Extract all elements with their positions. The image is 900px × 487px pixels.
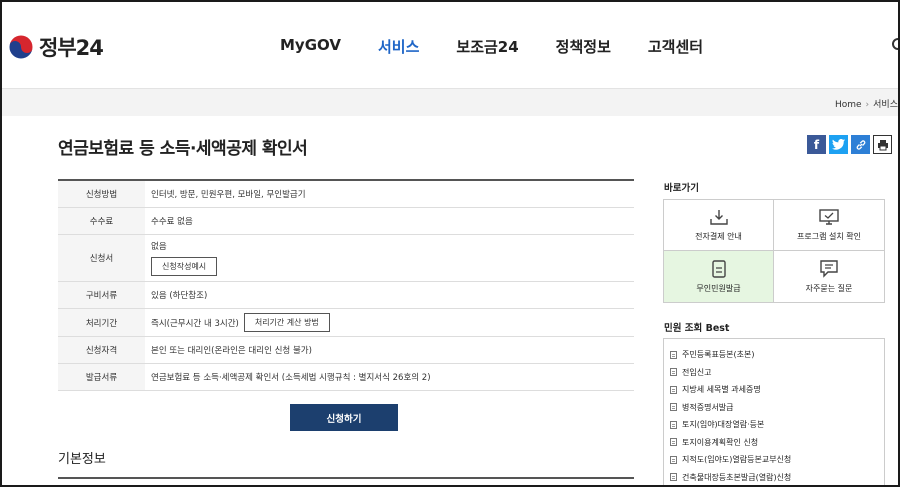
row-value: 수수료 없음: [151, 217, 193, 227]
basic-info-heading: 기본정보: [58, 452, 106, 467]
row-value: 연금보험료 등 소득·세액공제 확인서 (소득세법 시행규칙 : 별지서식 26…: [151, 373, 431, 383]
breadcrumb-bar: Home › 서비스: [2, 88, 898, 116]
list-item[interactable]: 토지이용계획확인 신청: [670, 434, 884, 452]
document-icon: [670, 438, 677, 447]
list-item[interactable]: 건축물대장등초본발급(열람)신청: [670, 469, 884, 486]
browser-frame: 정부24 MyGOV 서비스 보조금24 정책정보 고객센터 Home › 서비스 …: [0, 0, 900, 487]
table-row: 신청서 없음 신청작성예시: [58, 235, 634, 282]
share-toolbar: f: [807, 135, 892, 154]
payment-icon: [709, 208, 729, 226]
quick-link-program-install[interactable]: 프로그램 설치 확인: [774, 200, 884, 251]
processing-period-calc-button[interactable]: 처리기간 계산 방법: [243, 313, 330, 332]
document-icon: [670, 368, 677, 377]
list-item[interactable]: 지방세 세목별 과세증명: [670, 381, 884, 399]
document-icon: [670, 455, 677, 464]
quick-link-payment[interactable]: 전자결제 안내: [664, 200, 774, 251]
table-row: 신청자격 본인 또는 대리인(온라인은 대리인 신청 불가): [58, 337, 634, 364]
best-list: 주민등록표등본(초본) 전입신고 지방세 세목별 과세증명 병적증명서발급 토지…: [663, 338, 885, 486]
breadcrumb: Home › 서비스: [835, 97, 898, 110]
quick-links-grid: 전자결제 안내 프로그램 설치 확인 무인민원발급 자주묻는 질문: [663, 199, 885, 303]
quick-link-kiosk[interactable]: 무인민원발급: [664, 251, 774, 302]
nav-subsidy24[interactable]: 보조금24: [456, 36, 518, 57]
row-value: 있음 (하단참조): [151, 291, 208, 301]
kiosk-icon: [709, 259, 729, 278]
quick-link-label: 프로그램 설치 확인: [797, 232, 861, 241]
row-label: 발급서류: [58, 364, 145, 390]
row-value: 즉시(근무시간 내 3시간): [151, 318, 239, 329]
list-item-label: 병적증명서발급: [682, 402, 734, 412]
nav-customer-center[interactable]: 고객센터: [648, 36, 703, 57]
logo-text: 정부24: [39, 36, 104, 60]
row-value: 없음: [151, 242, 167, 252]
faq-icon: [819, 259, 839, 278]
nav-service[interactable]: 서비스: [378, 36, 419, 57]
row-label: 신청방법: [58, 181, 145, 207]
chevron-right-icon: ›: [865, 100, 870, 110]
list-item-label: 지적도(임야도)열람등본교부신청: [682, 455, 792, 465]
row-value: 본인 또는 대리인(온라인은 대리인 신청 불가): [151, 346, 312, 356]
nav-policy-info[interactable]: 정책정보: [556, 36, 611, 57]
list-item-label: 토지이용계획확인 신청: [682, 437, 759, 447]
page-title: 연금보험료 등 소득·세액공제 확인서: [58, 139, 308, 159]
link-icon[interactable]: [851, 135, 870, 154]
quick-link-label: 전자결제 안내: [695, 232, 742, 241]
table-row: 신청방법 인터넷, 방문, 민원우편, 모바일, 무인발급기: [58, 181, 634, 208]
row-value-cell: 즉시(근무시간 내 3시간) 처리기간 계산 방법: [145, 309, 634, 336]
nav-mygov[interactable]: MyGOV: [280, 36, 341, 57]
main-nav: MyGOV 서비스 보조금24 정책정보 고객센터: [280, 36, 740, 57]
best-list-heading: 민원 조회 Best: [664, 323, 730, 334]
breadcrumb-current[interactable]: 서비스: [873, 100, 898, 110]
facebook-icon[interactable]: f: [807, 135, 826, 154]
document-icon: [670, 420, 677, 429]
search-icon[interactable]: [892, 38, 898, 50]
list-item[interactable]: 전입신고: [670, 364, 884, 382]
list-item-label: 지방세 세목별 과세증명: [682, 385, 761, 395]
list-item-label: 건축물대장등초본발급(열람)신청: [682, 472, 792, 482]
breadcrumb-home[interactable]: Home: [835, 100, 862, 110]
document-icon: [670, 473, 677, 482]
list-item-label: 주민등록표등본(초본): [682, 350, 755, 360]
row-value: 인터넷, 방문, 민원우편, 모바일, 무인발급기: [151, 190, 306, 200]
quick-links-heading: 바로가기: [664, 183, 699, 194]
quick-link-label: 자주묻는 질문: [805, 283, 853, 293]
list-item-label: 전입신고: [682, 367, 712, 377]
table-row: 수수료 수수료 없음: [58, 208, 634, 235]
table-row: 구비서류 있음 (하단참조): [58, 282, 634, 309]
row-label: 처리기간: [58, 309, 145, 336]
list-item[interactable]: 지적도(임야도)열람등본교부신청: [670, 451, 884, 469]
taegeuk-logo-icon: [8, 34, 34, 60]
row-label: 구비서류: [58, 282, 145, 308]
document-icon: [670, 350, 677, 359]
row-label: 신청자격: [58, 337, 145, 363]
monitor-icon: [819, 208, 839, 226]
apply-button[interactable]: 신청하기: [290, 404, 398, 431]
table-row: 처리기간 즉시(근무시간 내 3시간) 처리기간 계산 방법: [58, 309, 634, 337]
document-icon: [670, 385, 677, 394]
list-item-label: 토지(임야)대장열람·등본: [682, 420, 765, 430]
row-value-cell: 없음 신청작성예시: [145, 235, 634, 281]
list-item[interactable]: 병적증명서발급: [670, 399, 884, 417]
site-logo[interactable]: 정부24: [8, 32, 104, 62]
twitter-icon[interactable]: [829, 135, 848, 154]
document-icon: [670, 403, 677, 412]
table-row: 발급서류 연금보험료 등 소득·세액공제 확인서 (소득세법 시행규칙 : 별지…: [58, 364, 634, 391]
row-label: 신청서: [58, 235, 145, 281]
service-info-table: 신청방법 인터넷, 방문, 민원우편, 모바일, 무인발급기 수수료 수수료 없…: [58, 179, 634, 391]
application-example-button[interactable]: 신청작성예시: [151, 257, 218, 276]
quick-link-label: 무인민원발급: [696, 283, 741, 293]
quick-link-faq[interactable]: 자주묻는 질문: [774, 251, 884, 302]
list-item[interactable]: 주민등록표등본(초본): [670, 346, 884, 364]
print-icon[interactable]: [873, 135, 892, 154]
list-item[interactable]: 토지(임야)대장열람·등본: [670, 416, 884, 434]
row-label: 수수료: [58, 208, 145, 234]
global-header: 정부24 MyGOV 서비스 보조금24 정책정보 고객센터: [2, 2, 898, 88]
section-divider: [58, 477, 634, 479]
